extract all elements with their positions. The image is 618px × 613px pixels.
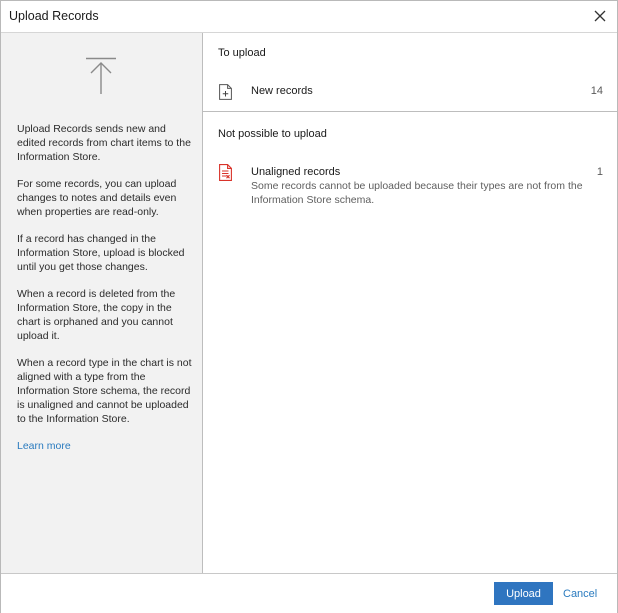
upload-summary-panel: To upload New records 14 Not possible to… xyxy=(203,33,617,573)
to-upload-heading: To upload xyxy=(218,47,266,59)
info-sidebar: Upload Records sends new and edited reco… xyxy=(1,33,203,573)
unaligned-records-label: Unaligned records xyxy=(251,166,341,178)
info-paragraph: Upload Records sends new and edited reco… xyxy=(17,123,191,163)
unaligned-record-icon xyxy=(219,164,232,186)
new-records-label: New records xyxy=(251,85,313,97)
dialog-footer: Upload Cancel xyxy=(1,573,617,613)
upload-arrow-icon xyxy=(85,57,117,95)
upload-button[interactable]: Upload xyxy=(494,582,553,605)
info-paragraph: When a record is deleted from the Inform… xyxy=(17,288,176,342)
new-records-count: 14 xyxy=(590,85,603,97)
info-text: Upload Records sends new and edited reco… xyxy=(17,122,193,453)
learn-more-link[interactable]: Learn more xyxy=(17,440,71,452)
upload-records-dialog: Upload Records Upload Records sends new … xyxy=(0,0,618,613)
info-paragraph: For some records, you can upload changes… xyxy=(17,178,177,218)
new-record-icon xyxy=(219,84,232,105)
close-icon[interactable] xyxy=(589,5,611,27)
dialog-title: Upload Records xyxy=(9,9,99,23)
unaligned-records-description: Some records cannot be uploaded because … xyxy=(251,180,583,206)
section-divider xyxy=(203,111,617,112)
not-possible-heading: Not possible to upload xyxy=(218,128,327,140)
cancel-button[interactable]: Cancel xyxy=(563,582,597,605)
info-paragraph: If a record has changed in the Informati… xyxy=(17,233,185,273)
info-paragraph: When a record type in the chart is not a… xyxy=(17,357,192,425)
unaligned-records-count: 1 xyxy=(596,166,603,178)
title-bar: Upload Records xyxy=(1,1,617,33)
